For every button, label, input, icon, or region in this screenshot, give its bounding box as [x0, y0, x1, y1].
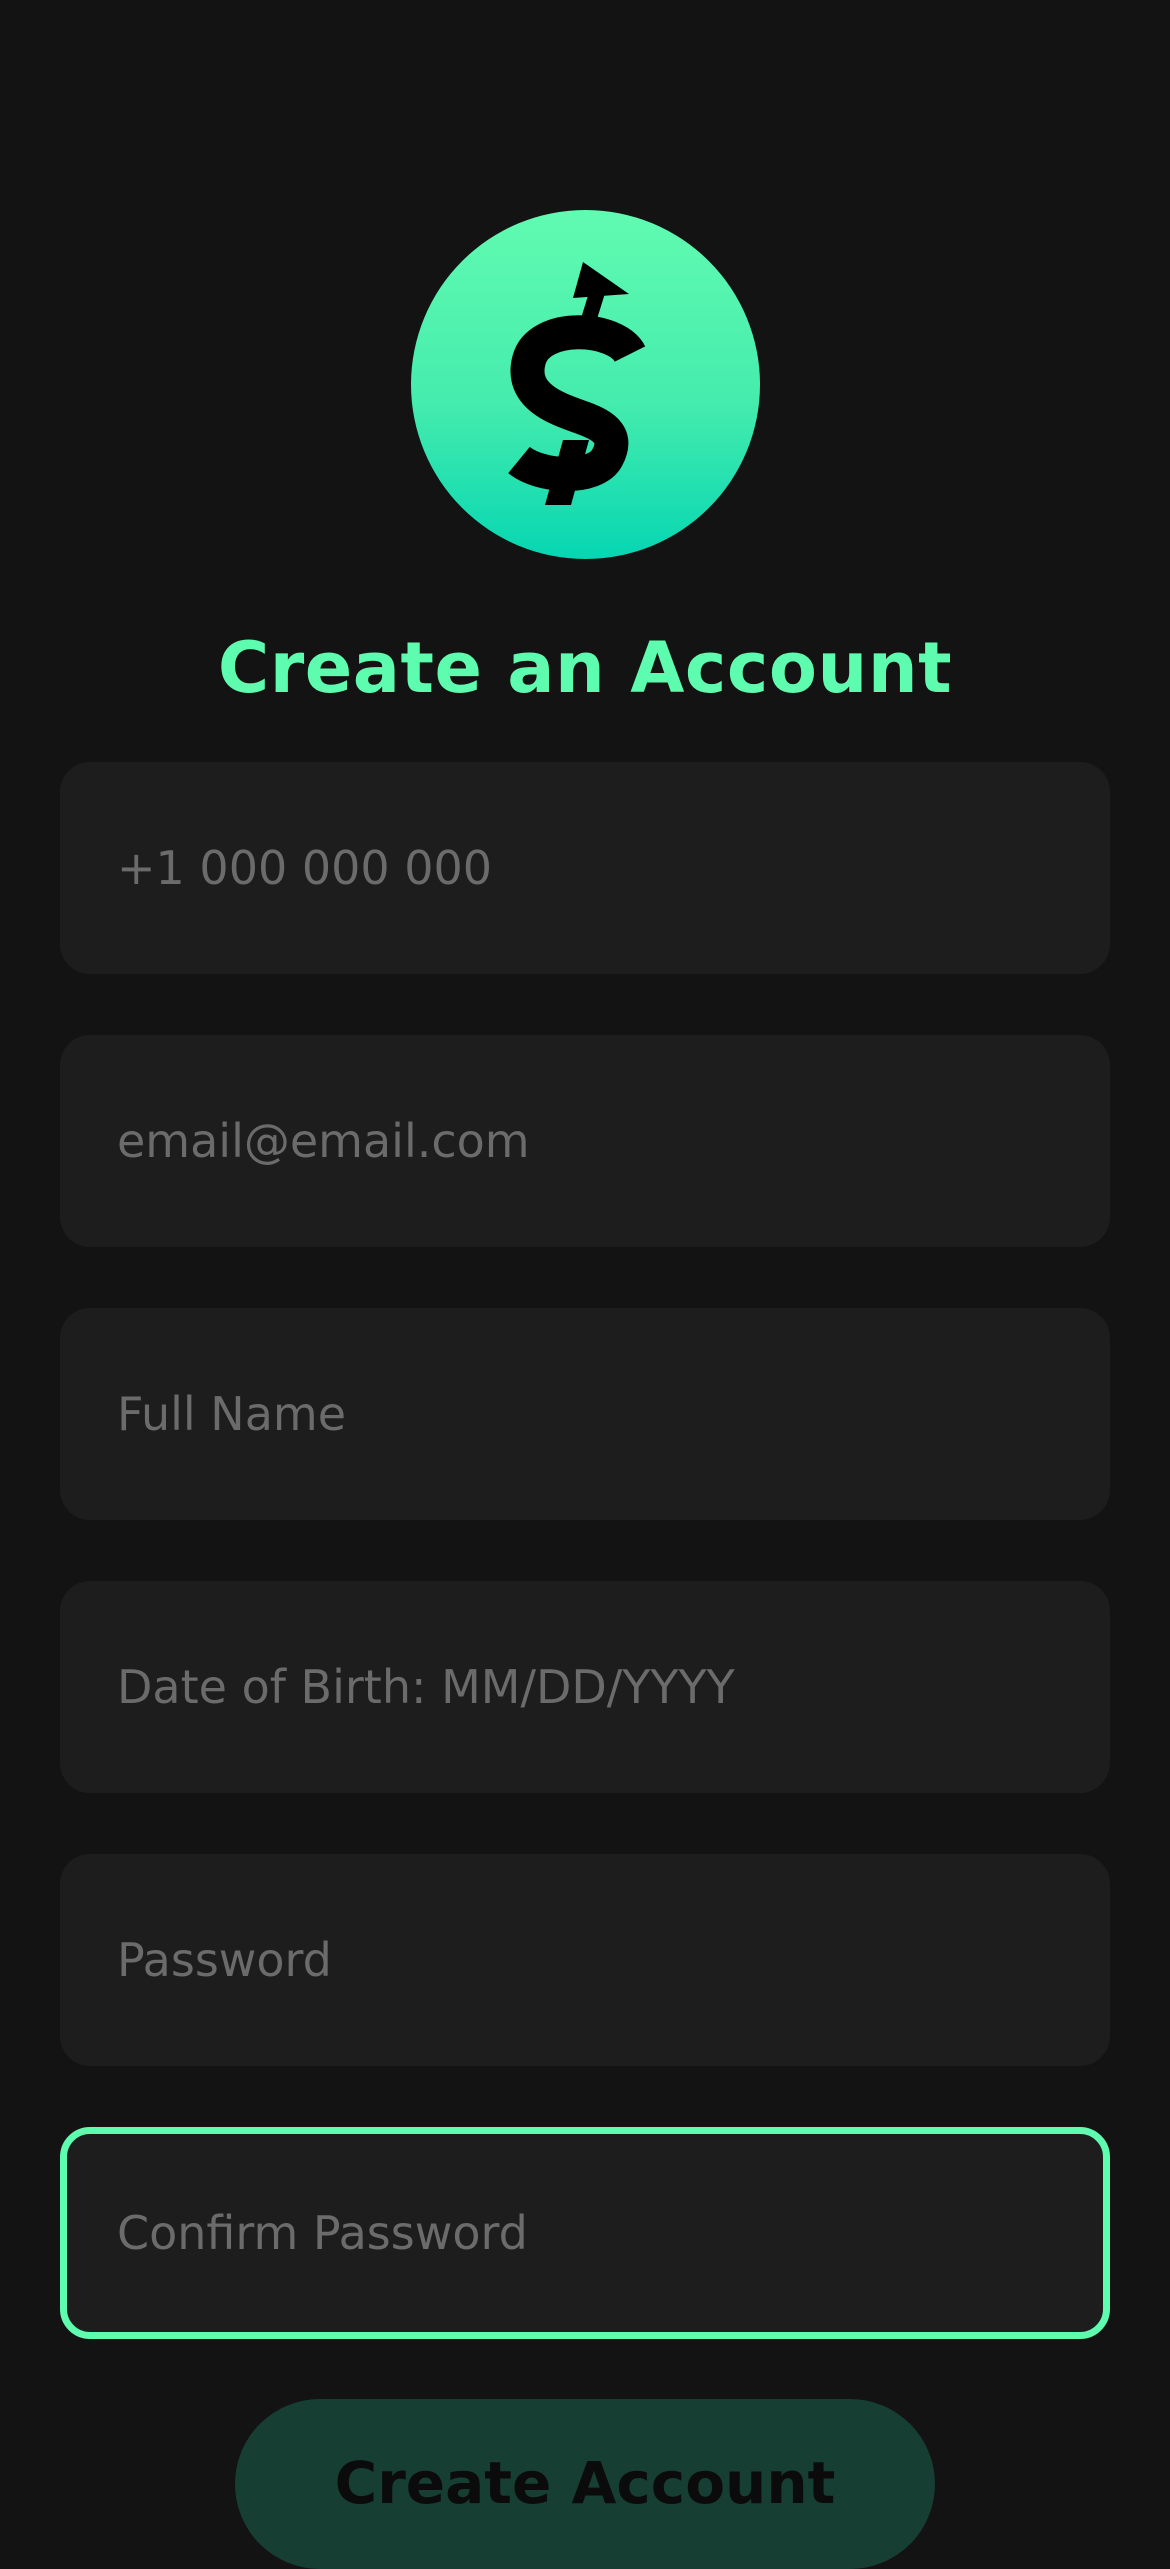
full-name-field[interactable]: [60, 1308, 1110, 1520]
app-logo: [411, 210, 760, 559]
email-field[interactable]: [60, 1035, 1110, 1247]
password-field[interactable]: [60, 1854, 1110, 2066]
confirm-password-input[interactable]: [117, 2206, 1103, 2260]
phone-input[interactable]: [117, 841, 1110, 895]
date-of-birth-input[interactable]: [117, 1660, 1110, 1714]
page-title: Create an Account: [217, 627, 953, 709]
phone-field[interactable]: [60, 762, 1110, 974]
dollar-up-arrow-icon: [508, 262, 646, 505]
password-input[interactable]: [117, 1933, 1110, 1987]
full-name-input[interactable]: [117, 1387, 1110, 1441]
email-input[interactable]: [117, 1114, 1110, 1168]
create-account-button[interactable]: Create Account: [235, 2399, 935, 2569]
confirm-password-field[interactable]: [60, 2127, 1110, 2339]
date-of-birth-field[interactable]: [60, 1581, 1110, 1793]
